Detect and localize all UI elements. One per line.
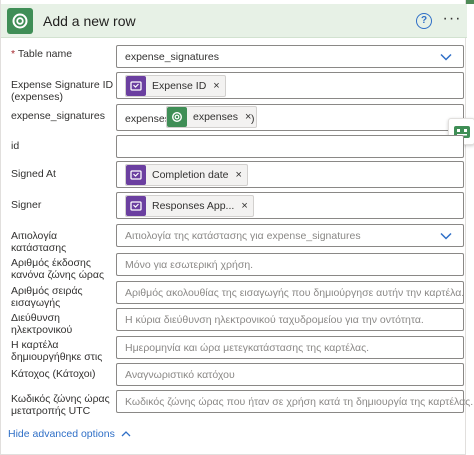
email-field[interactable]: Η κύρια διεύθυνση ηλεκτρονικού ταχυδρομε…: [116, 308, 464, 331]
table-name-value: expense_signatures: [125, 51, 219, 63]
expense-signature-id-field[interactable]: Expense ID ×: [116, 72, 464, 99]
card-title: Add a new row: [43, 13, 136, 29]
chevron-up-icon: [121, 431, 131, 437]
expense-signatures-field[interactable]: expenses( expenses × ): [116, 104, 464, 131]
required-mark: *: [11, 48, 16, 60]
more-options-icon[interactable]: ···: [442, 10, 462, 30]
table-name-label: * Table name: [11, 48, 73, 60]
tz-rule-version-field[interactable]: Μόνο για εσωτερική χρήση.: [116, 253, 464, 276]
forms-icon: [126, 196, 146, 216]
forms-icon: [126, 76, 146, 96]
expense-signatures-suffix: ): [251, 113, 255, 125]
id-field[interactable]: [116, 135, 464, 158]
signed-at-field[interactable]: Completion date ×: [116, 161, 464, 188]
table-name-dropdown[interactable]: expense_signatures: [116, 45, 464, 68]
responses-app-token[interactable]: Responses App... ×: [125, 195, 254, 217]
chevron-down-icon: [440, 53, 452, 61]
expense-id-token[interactable]: Expense ID ×: [125, 75, 226, 97]
signer-label: Signer: [11, 199, 42, 211]
action-card: Add a new row ? ··· * Table name expense…: [0, 0, 474, 455]
forms-icon: [126, 165, 146, 185]
remove-token-icon[interactable]: ×: [241, 200, 247, 212]
dataverse-icon: [7, 8, 33, 34]
record-created-label: Η καρτέλα δημιουργήθηκε στις: [11, 339, 103, 363]
chevron-down-icon: [440, 232, 452, 240]
record-created-field[interactable]: Ημερομηνία και ώρα μετεγκατάστασης της κ…: [116, 336, 464, 359]
expense-signatures-label: expense_signatures: [11, 110, 105, 122]
dataverse-icon: [167, 107, 187, 127]
email-label: Διεύθυνση ηλεκτρονικού: [11, 312, 73, 336]
hide-advanced-options-link[interactable]: Hide advanced options: [8, 428, 131, 440]
utc-conversion-field[interactable]: Κωδικός ζώνης ώρας που ήταν σε χρήση κατ…: [116, 390, 473, 413]
import-sequence-field[interactable]: Αριθμός ακολουθίας της εισαγωγής που δημ…: [116, 281, 464, 304]
expense-signature-id-label: Expense Signature ID (expenses): [11, 79, 114, 103]
signed-at-label: Signed At: [11, 168, 56, 180]
remove-token-icon[interactable]: ×: [213, 80, 219, 92]
help-icon[interactable]: ?: [416, 13, 432, 29]
completion-date-token[interactable]: Completion date ×: [125, 164, 248, 186]
tz-rule-version-label: Αριθμός έκδοσης κανόνα ζώνης ώρας: [11, 257, 105, 281]
signer-field[interactable]: Responses App... ×: [116, 192, 464, 219]
status-reason-dropdown[interactable]: Αιτιολογία της κατάστασης για expense_si…: [116, 224, 464, 247]
status-reason-label: Αιτιολογία κατάστασης: [11, 230, 67, 254]
remove-token-icon[interactable]: ×: [235, 169, 241, 181]
import-sequence-label: Αριθμός σειράς εισαγωγής: [11, 285, 83, 309]
expenses-token[interactable]: expenses ×: [166, 106, 258, 128]
utc-conversion-label: Κωδικός ζώνης ώρας μετατροπής UTC: [11, 393, 110, 417]
id-label: id: [11, 140, 20, 152]
card-header[interactable]: Add a new row ? ···: [1, 4, 467, 38]
owner-field[interactable]: Αναγνωριστικό κατόχου: [116, 363, 464, 386]
owner-label: Κάτοχος (Κάτοχοι): [11, 368, 96, 380]
